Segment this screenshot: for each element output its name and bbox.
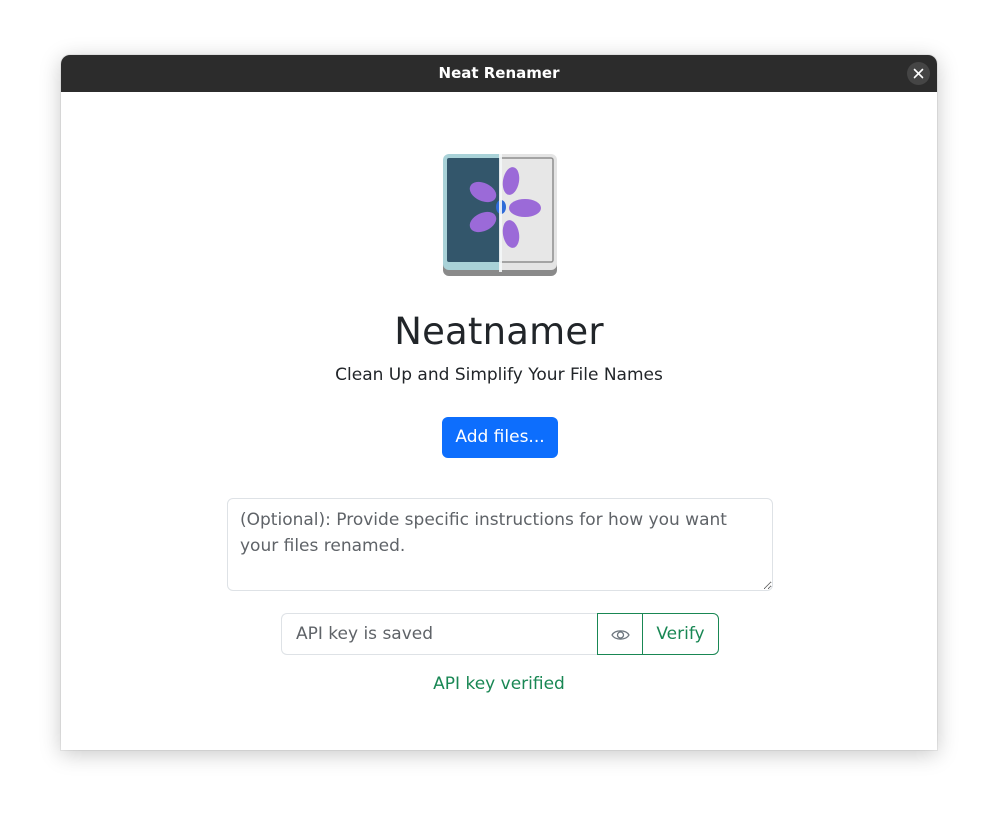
api-key-input[interactable] xyxy=(281,613,598,655)
app-logo-icon xyxy=(443,154,557,276)
title-bar[interactable]: Neat Renamer xyxy=(61,55,937,92)
verify-api-key-button[interactable]: Verify xyxy=(642,613,719,655)
toggle-api-key-visibility-button[interactable] xyxy=(597,613,643,655)
add-files-button[interactable]: Add files... xyxy=(442,417,558,458)
app-window: Neat Renamer Neatnamer Clean Up and Simp… xyxy=(61,55,937,750)
close-icon xyxy=(913,68,924,79)
rename-instructions-textarea[interactable] xyxy=(227,498,773,591)
app-tagline: Clean Up and Simplify Your File Names xyxy=(335,365,663,385)
api-key-status-text: API key verified xyxy=(433,674,565,694)
window-title: Neat Renamer xyxy=(438,64,560,82)
close-button[interactable] xyxy=(907,62,930,85)
app-name-heading: Neatnamer xyxy=(394,310,604,353)
api-key-input-group: Verify xyxy=(281,613,719,655)
eye-icon xyxy=(611,630,630,640)
main-content: Neatnamer Clean Up and Simplify Your Fil… xyxy=(61,92,937,750)
